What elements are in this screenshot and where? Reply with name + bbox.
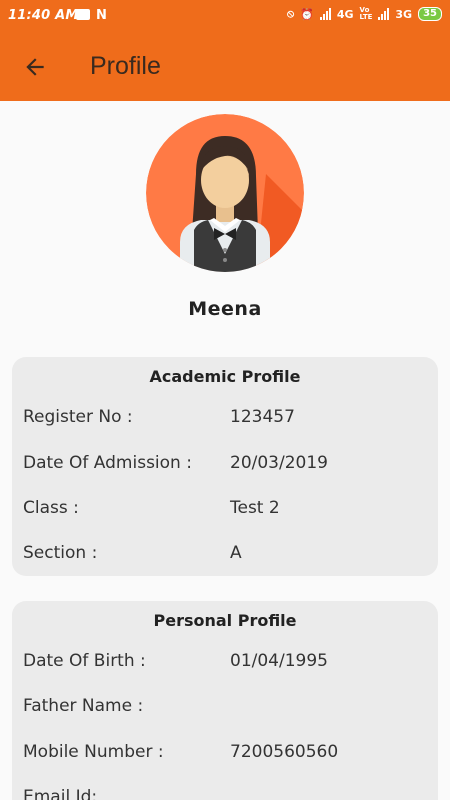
avatar — [146, 114, 304, 272]
class-value: Test 2 — [230, 498, 280, 518]
section-label: Section : — [23, 543, 98, 563]
message-icon — [76, 4, 93, 20]
mobile-number-value: 7200560560 — [230, 742, 339, 762]
date-of-birth-label: Date Of Birth : — [23, 651, 146, 671]
personal-profile-title: Personal Profile — [153, 611, 297, 630]
email-id-label: Email Id: — [23, 787, 98, 800]
academic-profile-card: Academic Profile Register No : 123457 Da… — [12, 357, 438, 576]
battery-icon: 35 — [418, 7, 442, 21]
father-name-label: Father Name : — [23, 696, 144, 716]
status-bar: 11:40 AM N ⦸ ⏰ 4G VoLTE 3G 35 — [0, 0, 450, 32]
alarm-clock-icon: ⏰ — [300, 7, 314, 21]
profile-name: Meena — [188, 298, 262, 320]
app-bar: 11:40 AM N ⦸ ⏰ 4G VoLTE 3G 35 Profile — [0, 0, 450, 101]
date-of-admission-label: Date Of Admission : — [23, 453, 192, 473]
alarm-off-icon: ⦸ — [286, 7, 295, 20]
signal-icon — [319, 8, 331, 20]
network-4g-label: 4G — [336, 7, 354, 21]
page-title: Profile — [90, 52, 161, 80]
register-no-value: 123457 — [230, 407, 295, 427]
personal-profile-card: Personal Profile Date Of Birth : 01/04/1… — [12, 601, 438, 800]
status-left-icons: N — [76, 4, 107, 23]
section-value: A — [230, 543, 242, 563]
register-no-label: Register No : — [23, 407, 133, 427]
back-arrow-icon[interactable] — [22, 54, 48, 80]
signal-icon-2 — [378, 8, 390, 20]
network-3g-label: 3G — [395, 7, 413, 21]
class-label: Class : — [23, 498, 79, 518]
mobile-number-label: Mobile Number : — [23, 742, 164, 762]
volte-icon: Vo LTE — [359, 6, 373, 21]
status-time: 11:40 AM — [8, 8, 79, 23]
avatar-illustration — [146, 114, 304, 272]
status-right-icons: ⦸ ⏰ 4G Vo LTE 3G 35 — [287, 7, 442, 21]
notification-n-icon: N — [96, 8, 107, 23]
academic-profile-title: Academic Profile — [149, 367, 301, 386]
date-of-birth-value: 01/04/1995 — [230, 651, 328, 671]
date-of-admission-value: 20/03/2019 — [230, 453, 328, 473]
